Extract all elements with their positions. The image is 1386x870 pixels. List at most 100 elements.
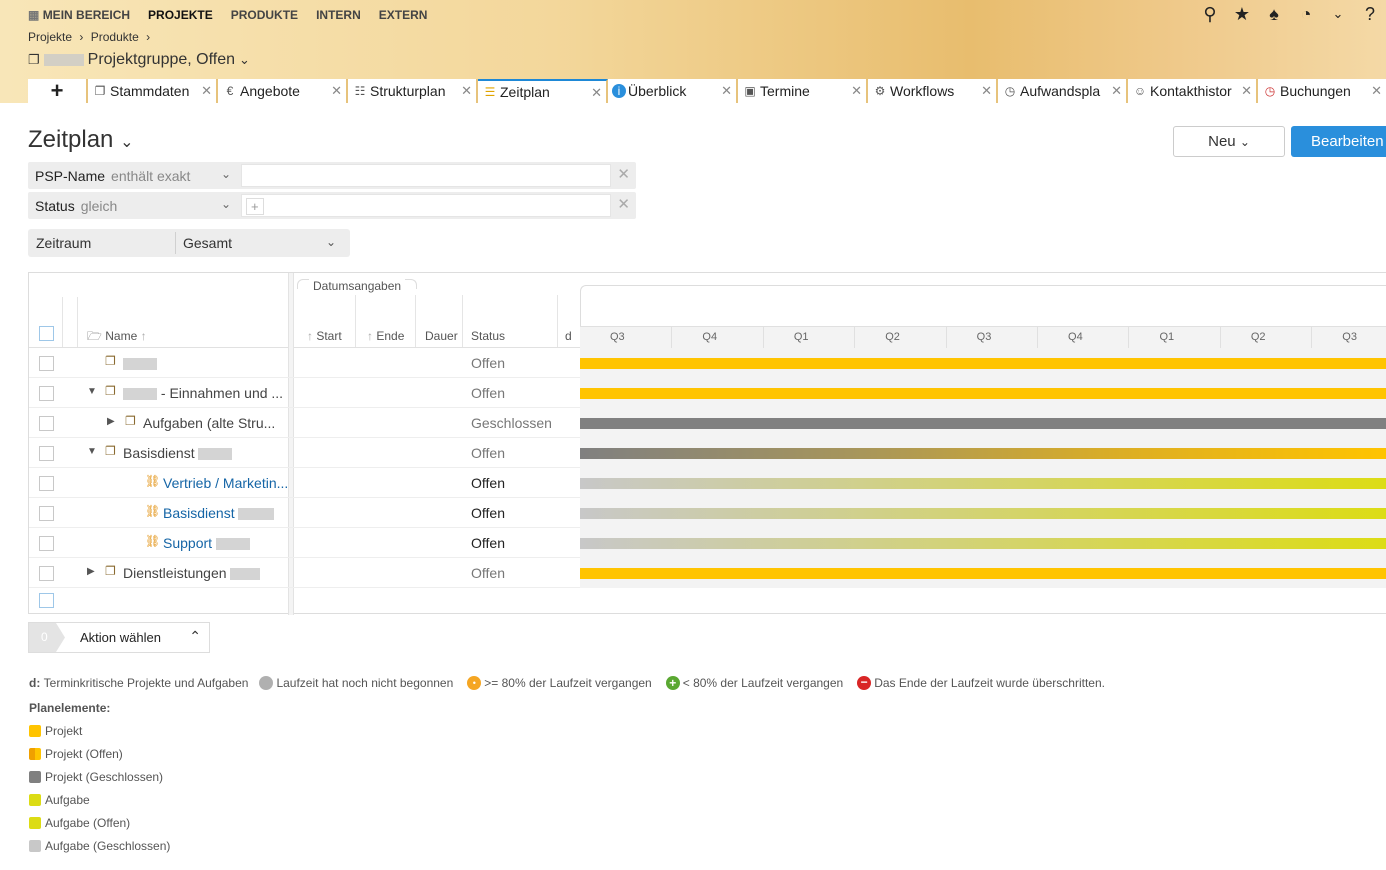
row-checkbox[interactable] [39,506,54,521]
nav-extern[interactable]: EXTERN [370,8,437,22]
close-icon[interactable]: ✕ [201,83,212,99]
gantt-bar[interactable] [580,538,1386,549]
close-icon[interactable]: ✕ [461,83,472,99]
row-status: Offen [471,355,505,371]
close-icon[interactable]: ✕ [591,85,602,101]
tab-workflows[interactable]: ⚙ Workflows ✕ [868,79,998,103]
chevron-down-icon[interactable]: ⌄ [1328,2,1348,26]
column-start-header[interactable]: ↑ Start [307,329,342,343]
close-icon[interactable]: ✕ [721,83,732,99]
gantt-bar[interactable] [580,568,1386,579]
filter-label: PSP-Name [35,167,106,184]
tab-zeitplan[interactable]: ☰ Zeitplan ✕ [478,79,608,103]
new-button[interactable]: Neu ⌄ [1173,126,1285,157]
row-checkbox[interactable] [39,446,54,461]
action-select[interactable]: 0 Aktion wählen ⌃ [28,622,210,653]
tab-angebote[interactable]: € Angebote ✕ [218,79,348,103]
column-status-header[interactable]: Status [471,329,505,343]
column-end-header[interactable]: ↑ Ende [367,329,404,343]
row-checkbox[interactable] [39,356,54,371]
filter-operator[interactable]: enthält exakt [111,168,190,184]
tab-termine[interactable]: ▣ Termine ✕ [738,79,868,103]
table-row[interactable]: ▼ ❐ Basisdienst Offen [29,438,1386,468]
plan-legend-item: Aufgabe [29,793,90,807]
collapse-icon[interactable]: ▼ [87,446,97,457]
page-title[interactable]: Zeitplan ⌄ [28,126,133,154]
expand-icon[interactable]: ▶ [87,566,95,577]
chevron-down-icon: ⌄ [239,52,250,67]
project-title[interactable]: ❐ Projektgruppe, Offen ⌄ [28,51,250,69]
filter-value-input[interactable]: + [241,194,611,217]
select-all-checkbox[interactable] [39,326,54,341]
close-icon[interactable]: ✕ [1371,83,1382,99]
tab-buchungen[interactable]: ◷ Buchungen ✕ [1258,79,1386,103]
red-minus-icon: − [857,676,872,690]
header-divider [415,295,416,347]
chevron-down-icon[interactable]: ⌄ [221,197,231,211]
gantt-bar[interactable] [580,388,1386,399]
zeitraum-select[interactable]: Zeitraum Gesamt ⌄ [28,229,350,257]
filter-operator[interactable]: gleich [81,198,118,214]
add-value-icon[interactable]: + [246,198,264,215]
expand-icon[interactable]: ▶ [107,416,115,427]
row-name[interactable]: Basisdienst [163,505,287,521]
bell-icon[interactable]: ♠ [1264,2,1284,26]
table-row[interactable]: ▶ ❐ Dienstleistungen Offen [29,558,1386,588]
table-row[interactable]: ❐ Offen [29,348,1386,378]
timer-icon[interactable]: ◔ [1296,2,1316,26]
search-icon[interactable]: ⚲ [1200,2,1220,26]
help-icon[interactable]: ? [1360,2,1380,26]
gantt-bar[interactable] [580,478,1386,489]
clear-icon[interactable]: ✕ [617,165,630,183]
nav-produkte[interactable]: PRODUKTE [222,8,307,22]
nav-mein-bereich[interactable]: ▦ MEIN BEREICH [28,8,139,22]
table-row[interactable]: ⛓ Vertrieb / Marketin... Offen [29,468,1386,498]
breadcrumb-projekte[interactable]: Projekte [28,30,72,44]
tab-kontakthistorie[interactable]: ☺ Kontakthistor ✕ [1128,79,1258,103]
gantt-bar[interactable] [580,418,1386,429]
table-row[interactable]: ▼ ❐ - Einnahmen und ... Offen [29,378,1386,408]
table-row[interactable]: ⛓ Basisdienst Offen [29,498,1386,528]
column-name-header[interactable]: 🗁 Name ↑ [87,327,147,348]
row-checkbox[interactable] [39,386,54,401]
row-checkbox[interactable] [39,536,54,551]
collapse-icon[interactable]: ▼ [87,386,97,397]
row-checkbox[interactable] [39,593,54,608]
chevron-down-icon[interactable]: ⌄ [221,167,231,181]
column-duration-header[interactable]: Dauer [425,329,458,343]
quarter-label: Q4 [1037,327,1128,348]
close-icon[interactable]: ✕ [981,83,992,99]
header-divider [557,295,558,347]
gantt-bar[interactable] [580,358,1386,369]
sort-up-icon: ↑ [307,329,313,343]
project-icon: ❐ [105,564,116,578]
table-row[interactable]: ▶ ❐ Aufgaben (alte Stru... Geschlossen [29,408,1386,438]
header-banner: ▦ MEIN BEREICH PROJEKTE PRODUKTE INTERN … [0,0,1386,103]
breadcrumb-produkte[interactable]: Produkte [91,30,139,44]
nav-projekte[interactable]: PROJEKTE [139,8,222,22]
close-icon[interactable]: ✕ [1111,83,1122,99]
add-tab-button[interactable]: + [28,78,88,103]
gantt-bar[interactable] [580,508,1386,519]
column-d-header[interactable]: d [565,329,572,343]
close-icon[interactable]: ✕ [1241,83,1252,99]
row-name: - Einnahmen und ... [123,385,287,401]
tab-strukturplan[interactable]: ☷ Strukturplan ✕ [348,79,478,103]
row-checkbox[interactable] [39,476,54,491]
row-name[interactable]: Vertrieb / Marketin... [163,475,287,491]
close-icon[interactable]: ✕ [851,83,862,99]
row-checkbox[interactable] [39,566,54,581]
table-row[interactable]: ⛓ Support Offen [29,528,1386,558]
edit-button[interactable]: Bearbeiten [1291,126,1386,157]
row-name[interactable]: Support [163,535,287,551]
tab-ueberblick[interactable]: i Überblick ✕ [608,79,738,103]
gantt-bar[interactable] [580,448,1386,459]
tab-aufwandsplanung[interactable]: ◷ Aufwandspla ✕ [998,79,1128,103]
nav-intern[interactable]: INTERN [307,8,370,22]
clear-icon[interactable]: ✕ [617,195,630,213]
row-checkbox[interactable] [39,416,54,431]
filter-value-input[interactable] [241,164,611,187]
star-icon[interactable]: ★ [1232,2,1252,26]
tab-stammdaten[interactable]: ❐ Stammdaten ✕ [88,79,218,103]
close-icon[interactable]: ✕ [331,83,342,99]
